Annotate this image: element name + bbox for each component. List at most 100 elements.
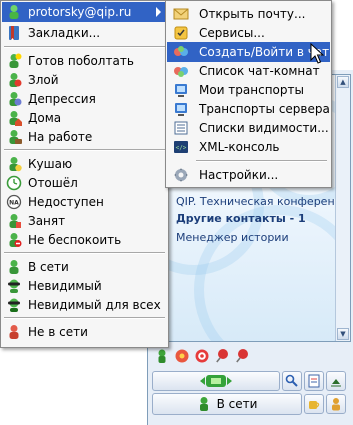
- bookmarks-label: Закладки...: [28, 26, 101, 40]
- account-icon: [6, 4, 22, 20]
- xml-console-icon: </>: [173, 139, 189, 155]
- visibility-lists-icon: [173, 120, 189, 136]
- collapse-button[interactable]: [326, 371, 346, 391]
- main-menu-button[interactable]: [152, 371, 280, 391]
- status-invisible[interactable]: Невидимый: [2, 276, 167, 296]
- bookmarks-icon: [6, 25, 22, 41]
- icq-status-icon[interactable]: [154, 348, 170, 364]
- status-label: Готов поболтать: [28, 54, 134, 68]
- services-menu-item[interactable]: Сервисы...: [167, 23, 330, 43]
- target-status-icon[interactable]: [194, 348, 210, 364]
- menu-label: Открыть почту...: [199, 7, 306, 21]
- status-online[interactable]: В сети: [2, 257, 167, 277]
- menu-separator: [4, 46, 165, 48]
- status-do-not-disturb[interactable]: Не беспокоить: [2, 230, 167, 250]
- bookmarks-menu-item[interactable]: Закладки...: [2, 23, 167, 43]
- do-not-disturb-icon: [6, 232, 22, 248]
- status-label: Занят: [28, 214, 66, 228]
- group-other-contacts[interactable]: Другие контакты - 1: [176, 212, 306, 225]
- svg-text:</>: </>: [176, 145, 187, 152]
- status-label: Злой: [28, 73, 59, 87]
- xml-console-menu-item[interactable]: </> XML-консоль: [167, 137, 330, 157]
- pin-status-icon[interactable]: [234, 348, 250, 364]
- status-label: На работе: [28, 130, 93, 144]
- status-ready-to-chat[interactable]: Готов поболтать: [2, 51, 167, 71]
- menu-label: Списки видимости...: [199, 121, 329, 135]
- mail-icon: [173, 6, 189, 22]
- status-label: Дома: [28, 111, 62, 125]
- history-button[interactable]: [304, 371, 324, 391]
- account-label: protorsky@qip.ru: [28, 5, 132, 19]
- scroll-up-arrow-icon[interactable]: ▲: [337, 76, 349, 88]
- menu-label: Транспорты сервера: [199, 102, 330, 116]
- mouse-cursor-icon: [310, 43, 324, 64]
- main-menu: protorsky@qip.ru Закладки... Готов побол…: [0, 0, 169, 348]
- visibility-lists-menu-item[interactable]: Списки видимости...: [167, 118, 330, 138]
- status-button[interactable]: В сети: [152, 393, 302, 415]
- xstatus-button[interactable]: [304, 394, 324, 414]
- transports-icon: [173, 82, 189, 98]
- menu-separator: [4, 252, 165, 254]
- angry-icon: [6, 72, 22, 88]
- history-icon: [308, 374, 320, 388]
- status-not-available[interactable]: NA Недоступен: [2, 192, 167, 212]
- menu-label: Мои транспорты: [199, 83, 304, 97]
- flower-status-icon[interactable]: [174, 348, 190, 364]
- not-available-icon: NA: [6, 194, 22, 210]
- status-label: Невидимый для всех: [28, 298, 161, 312]
- search-users-icon: [285, 374, 298, 387]
- ready-to-chat-icon: [6, 53, 22, 69]
- chat-rooms-icon: [173, 63, 189, 79]
- status-offline[interactable]: Не в сети: [2, 322, 167, 342]
- eating-icon: [6, 156, 22, 172]
- contact-info-button[interactable]: [326, 394, 346, 414]
- chat-rooms-list-menu-item[interactable]: Список чат-комнат: [167, 61, 330, 81]
- status-at-home[interactable]: Дома: [2, 108, 167, 128]
- status-busy[interactable]: Занят: [2, 211, 167, 231]
- menu-separator: [4, 317, 165, 319]
- busy-icon: [6, 213, 22, 229]
- submenu-arrow-icon: [156, 7, 161, 17]
- at-work-icon: [6, 129, 22, 145]
- pin-status-icon[interactable]: [214, 348, 230, 364]
- menu-label: Настройки...: [199, 168, 279, 182]
- user-icon: [332, 398, 340, 411]
- services-icon: [173, 25, 189, 41]
- menu-label: Список чат-комнат: [199, 64, 320, 78]
- at-home-icon: [6, 110, 22, 126]
- invisible-for-all-icon: [6, 297, 22, 313]
- status-eating[interactable]: Кушаю: [2, 154, 167, 174]
- depression-icon: [6, 91, 22, 107]
- open-mail-menu-item[interactable]: Открыть почту...: [167, 4, 330, 24]
- chat-icon: [173, 44, 189, 60]
- protocol-status-icons: [154, 348, 250, 366]
- status-label: Депрессия: [28, 92, 96, 106]
- server-transports-menu-item[interactable]: Транспорты сервера: [167, 99, 330, 119]
- status-away[interactable]: Отошёл: [2, 173, 167, 193]
- status-label: Отошёл: [28, 176, 78, 190]
- create-join-chat-menu-item[interactable]: Создать/Войти в чат: [167, 42, 330, 62]
- status-depression[interactable]: Депрессия: [2, 89, 167, 109]
- status-label: Не беспокоить: [28, 233, 122, 247]
- status-invisible-for-all[interactable]: Невидимый для всех: [2, 295, 167, 315]
- menu-separator: [196, 160, 327, 162]
- scroll-down-arrow-icon[interactable]: ▼: [337, 328, 349, 340]
- contact-history-manager[interactable]: Менеджер истории: [176, 231, 289, 244]
- settings-menu-item[interactable]: Настройки...: [167, 165, 330, 185]
- status-angry[interactable]: Злой: [2, 70, 167, 90]
- my-transports-menu-item[interactable]: Мои транспорты: [167, 80, 330, 100]
- online-icon: [6, 259, 22, 275]
- contact-conference[interactable]: QIP. Техническая конференция.: [176, 195, 350, 208]
- contact-list-scrollbar[interactable]: ▲ ▼: [335, 75, 350, 341]
- online-status-icon: [199, 397, 208, 411]
- status-at-work[interactable]: На работе: [2, 127, 167, 147]
- menu-label: XML-консоль: [199, 140, 280, 154]
- account-menu-item[interactable]: protorsky@qip.ru: [2, 2, 167, 22]
- collapse-icon: [331, 379, 341, 387]
- away-icon: [6, 175, 22, 191]
- status-label: Не в сети: [28, 325, 88, 339]
- menu-separator: [4, 149, 165, 151]
- find-contact-button[interactable]: [282, 371, 302, 391]
- offline-icon: [6, 324, 22, 340]
- svg-text:NA: NA: [9, 200, 19, 207]
